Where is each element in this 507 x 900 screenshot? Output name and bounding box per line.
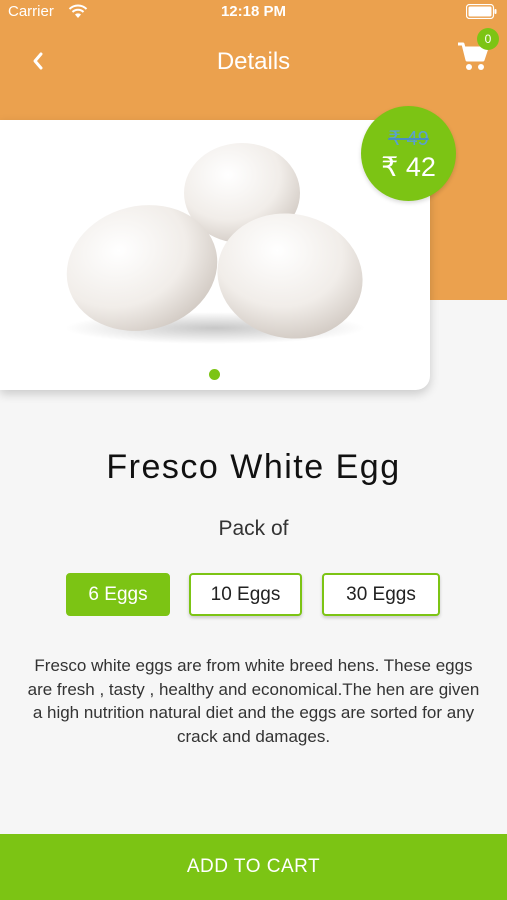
product-description: Fresco white eggs are from white breed h… [27, 656, 480, 746]
battery-icon [466, 4, 497, 19]
price-badge: ₹ 49 ₹ 42 [361, 106, 456, 201]
status-bar: Carrier 12:18 PM [0, 0, 507, 24]
product-title: Fresco White Egg [106, 448, 401, 486]
pack-size-label: Pack of [218, 517, 289, 540]
carousel-dot-active[interactable] [209, 369, 220, 380]
pack-option-10-eggs[interactable]: 10 Eggs [189, 573, 302, 616]
add-to-cart-button[interactable]: ADD TO CART [0, 834, 507, 900]
original-price: ₹ 49 [388, 128, 429, 150]
add-to-cart-label: ADD TO CART [186, 856, 321, 877]
product-image [65, 143, 365, 344]
pack-option-6-eggs[interactable]: 6 Eggs [66, 573, 170, 616]
cart-count-badge: 0 [477, 28, 499, 50]
status-time: 12:18 PM [220, 3, 287, 20]
current-price: ₹ 42 [381, 152, 436, 182]
pack-option-30-eggs[interactable]: 30 Eggs [322, 573, 440, 616]
page-title: Details [216, 48, 291, 75]
